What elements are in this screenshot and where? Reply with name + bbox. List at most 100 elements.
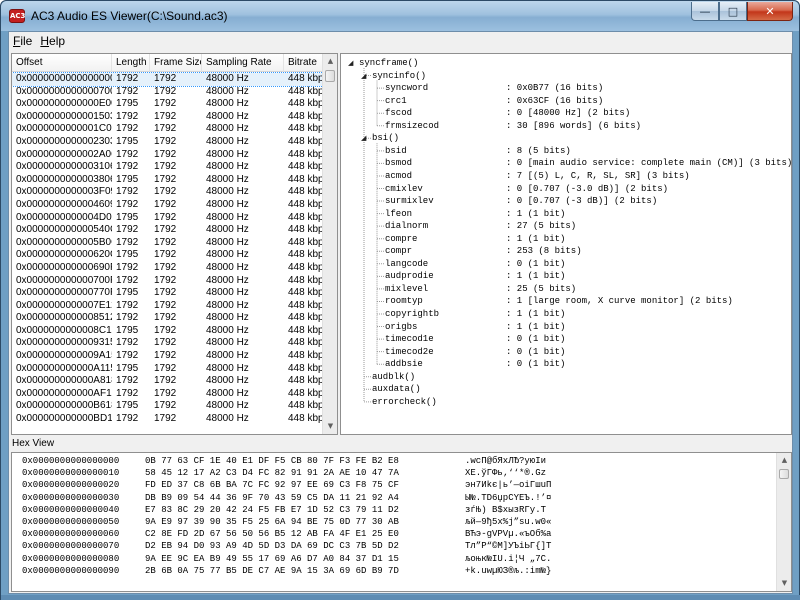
table-row[interactable]: 0x0000000000008C12 1795 1792 48000 Hz 448 kb… bbox=[12, 325, 323, 338]
tree-node-label[interactable]: errorcheck() bbox=[372, 396, 437, 408]
cell-sampling-rate: 48000 Hz bbox=[206, 198, 249, 210]
hex-address: 0x0000000000000050 bbox=[22, 517, 120, 527]
hex-scroll-down-icon[interactable]: ▼ bbox=[777, 576, 791, 591]
tree-node-label[interactable]: bsi() bbox=[372, 132, 399, 144]
tree-expand-icon[interactable]: ◢ bbox=[348, 57, 356, 69]
cell-frame-size: 1792 bbox=[154, 110, 177, 122]
tree-node-label[interactable]: fscod bbox=[385, 107, 412, 119]
tree-node-label[interactable]: frmsizecod bbox=[385, 120, 439, 132]
table-row[interactable]: 0x0000000000009315 1792 1792 48000 Hz 448 kb… bbox=[12, 337, 323, 350]
cell-bitrate: 448 kbps bbox=[288, 148, 323, 160]
close-button[interactable]: ✕ bbox=[747, 2, 793, 21]
frame-list[interactable]: Offset Length Frame Size Sampling Rate B… bbox=[11, 53, 338, 435]
tree-node-label[interactable]: timecod2e bbox=[385, 346, 434, 358]
scroll-up-arrow-icon[interactable]: ▲ bbox=[323, 54, 337, 69]
hex-scrollbar[interactable]: ▲ ▼ bbox=[776, 453, 791, 591]
main-window: AC3 AC3 Audio ES Viewer(C:\Sound.ac3) — … bbox=[0, 0, 800, 600]
table-row[interactable]: 0x000000000000A818 1792 1792 48000 Hz 448 kb… bbox=[12, 375, 323, 388]
table-row[interactable]: 0x0000000000003106 1792 1792 48000 Hz 448 kb… bbox=[12, 161, 323, 174]
tree-node-label[interactable]: syncinfo() bbox=[372, 70, 426, 82]
cell-sampling-rate: 48000 Hz bbox=[206, 400, 249, 412]
hex-scroll-up-icon[interactable]: ▲ bbox=[777, 453, 791, 468]
table-row[interactable]: 0x0000000000001503 1792 1792 48000 Hz 448 kb… bbox=[12, 111, 323, 124]
tree-node-label[interactable]: addbsie bbox=[385, 358, 423, 370]
list-scroll-thumb[interactable] bbox=[325, 70, 335, 82]
table-row[interactable]: 0x000000000000B618 1795 1792 48000 Hz 448 kb… bbox=[12, 400, 323, 413]
cell-sampling-rate: 48000 Hz bbox=[206, 161, 249, 173]
app-icon[interactable]: AC3 bbox=[9, 9, 25, 23]
cell-bitrate: 448 kbps bbox=[288, 362, 323, 374]
tree-node-label[interactable]: audblk() bbox=[372, 371, 415, 383]
tree-node-label[interactable]: acmod bbox=[385, 170, 412, 182]
table-row[interactable]: 0x0000000000004609 1792 1792 48000 Hz 448 kb… bbox=[12, 199, 323, 212]
cell-offset: 0x000000000000620C bbox=[16, 249, 112, 261]
tree-expand-icon[interactable]: ◢ bbox=[361, 70, 369, 82]
tree-node-label[interactable]: lfeon bbox=[385, 208, 412, 220]
hex-ascii: эн7Иkє|ь’—оiГшuП bbox=[465, 480, 552, 491]
cell-offset: 0x0000000000002303 bbox=[16, 135, 112, 147]
cell-sampling-rate: 48000 Hz bbox=[206, 337, 249, 349]
title-bar[interactable]: AC3 AC3 Audio ES Viewer(C:\Sound.ac3) — … bbox=[1, 1, 799, 31]
menu-help[interactable]: Help bbox=[36, 32, 69, 51]
column-header-length[interactable]: Length bbox=[112, 54, 150, 72]
tree-node-label[interactable]: timecod1e bbox=[385, 333, 434, 345]
table-row[interactable]: 0x000000000000700F 1792 1792 48000 Hz 448 kb… bbox=[12, 275, 323, 288]
tree-node-label[interactable]: mixlevel bbox=[385, 283, 428, 295]
tree-node-label[interactable]: crc1 bbox=[385, 95, 407, 107]
table-row[interactable]: 0x000000000000620C 1795 1792 48000 Hz 448 kb… bbox=[12, 249, 323, 262]
table-row[interactable]: 0x0000000000001C03 1792 1792 48000 Hz 448 kb… bbox=[12, 123, 323, 136]
tree-expand-icon[interactable]: ◢ bbox=[361, 132, 369, 144]
table-row[interactable]: 0x0000000000002A06 1792 1792 48000 Hz 448 kb… bbox=[12, 149, 323, 162]
table-row[interactable]: 0x0000000000009A15 1792 1792 48000 Hz 448 kb… bbox=[12, 350, 323, 363]
hex-bytes: C2 8E FD 2D 67 56 50 56 B5 12 AB FA 4F E… bbox=[145, 529, 399, 540]
table-row[interactable]: 0x000000000000690F 1792 1792 48000 Hz 448 kb… bbox=[12, 262, 323, 275]
tree-node-label[interactable]: compr bbox=[385, 245, 412, 257]
list-scrollbar[interactable]: ▲ ▼ bbox=[322, 54, 337, 434]
maximize-button[interactable]: □ bbox=[719, 2, 747, 21]
tree-node-label[interactable]: roomtyp bbox=[385, 295, 423, 307]
tree-node-label[interactable]: compre bbox=[385, 233, 417, 245]
cell-sampling-rate: 48000 Hz bbox=[206, 236, 249, 248]
cell-frame-size: 1792 bbox=[154, 98, 177, 110]
tree-node-label[interactable]: syncword bbox=[385, 82, 428, 94]
minimize-button[interactable]: — bbox=[691, 2, 719, 21]
table-row[interactable]: 0x0000000000000700 1792 1792 48000 Hz 448 kb… bbox=[12, 86, 323, 99]
hex-scroll-thumb[interactable] bbox=[779, 469, 789, 479]
table-row[interactable]: 0x0000000000007E12 1792 1792 48000 Hz 448 kb… bbox=[12, 300, 323, 313]
table-row[interactable]: 0x0000000000004D09 1795 1792 48000 Hz 448 kb… bbox=[12, 212, 323, 225]
tree-node-label[interactable]: cmixlev bbox=[385, 183, 423, 195]
table-row[interactable]: 0x000000000000770F 1795 1792 48000 Hz 448 kb… bbox=[12, 287, 323, 300]
syntax-tree[interactable]: ◢ syncframe() ◢ syncinfo() syncword: 0x0B77 … bbox=[340, 53, 792, 435]
table-row[interactable]: 0x000000000000AF18 1792 1792 48000 Hz 448 kb… bbox=[12, 388, 323, 401]
table-row[interactable]: 0x0000000000003806 1795 1792 48000 Hz 448 kb… bbox=[12, 174, 323, 187]
tree-node-label[interactable]: copyrightb bbox=[385, 308, 439, 320]
tree-node-label[interactable]: langcode bbox=[385, 258, 428, 270]
tree-node-label[interactable]: audprodie bbox=[385, 270, 434, 282]
table-row[interactable]: 0x0000000000002303 1795 1792 48000 Hz 448 kb… bbox=[12, 136, 323, 149]
column-header-frame-size[interactable]: Frame Size bbox=[150, 54, 202, 72]
cell-sampling-rate: 48000 Hz bbox=[206, 98, 249, 110]
table-row[interactable]: 0x0000000000000000 1792 1792 48000 Hz 448 kb… bbox=[12, 72, 324, 87]
table-row[interactable]: 0x000000000000BD1B 1792 1792 48000 Hz 448 kb… bbox=[12, 413, 323, 426]
table-row[interactable]: 0x000000000000A115 1795 1792 48000 Hz 448 kb… bbox=[12, 363, 323, 376]
menu-file[interactable]: File bbox=[9, 32, 36, 51]
column-header-offset[interactable]: Offset bbox=[12, 54, 112, 72]
tree-node-label[interactable]: syncframe() bbox=[359, 57, 418, 69]
tree-node-label[interactable]: dialnorm bbox=[385, 220, 428, 232]
scroll-down-arrow-icon[interactable]: ▼ bbox=[323, 419, 337, 434]
tree-node-label[interactable]: bsmod bbox=[385, 157, 412, 169]
column-header-bitrate[interactable]: Bitrate bbox=[284, 54, 323, 72]
tree-node-label[interactable]: surmixlev bbox=[385, 195, 434, 207]
tree-node-label[interactable]: bsid bbox=[385, 145, 407, 157]
tree-node-label[interactable]: auxdata() bbox=[372, 383, 421, 395]
tree-node-label[interactable]: origbs bbox=[385, 321, 417, 333]
table-row[interactable]: 0x0000000000008512 1792 1792 48000 Hz 448 kb… bbox=[12, 312, 323, 325]
cell-sampling-rate: 48000 Hz bbox=[206, 148, 249, 160]
table-row[interactable]: 0x0000000000005B0C 1792 1792 48000 Hz 448 kb… bbox=[12, 237, 323, 250]
client-area: File Help Offset Length Frame Size Sampl… bbox=[8, 31, 793, 594]
table-row[interactable]: 0x000000000000540C 1792 1792 48000 Hz 448 kb… bbox=[12, 224, 323, 237]
table-row[interactable]: 0x0000000000000E00 1795 1792 48000 Hz 448 kb… bbox=[12, 98, 323, 111]
column-header-sampling-rate[interactable]: Sampling Rate bbox=[202, 54, 284, 72]
hex-view[interactable]: 0x0000000000000000 0B 77 63 CF 1E 40 E1 D… bbox=[11, 452, 792, 592]
table-row[interactable]: 0x0000000000003F09 1792 1792 48000 Hz 448 kb… bbox=[12, 186, 323, 199]
